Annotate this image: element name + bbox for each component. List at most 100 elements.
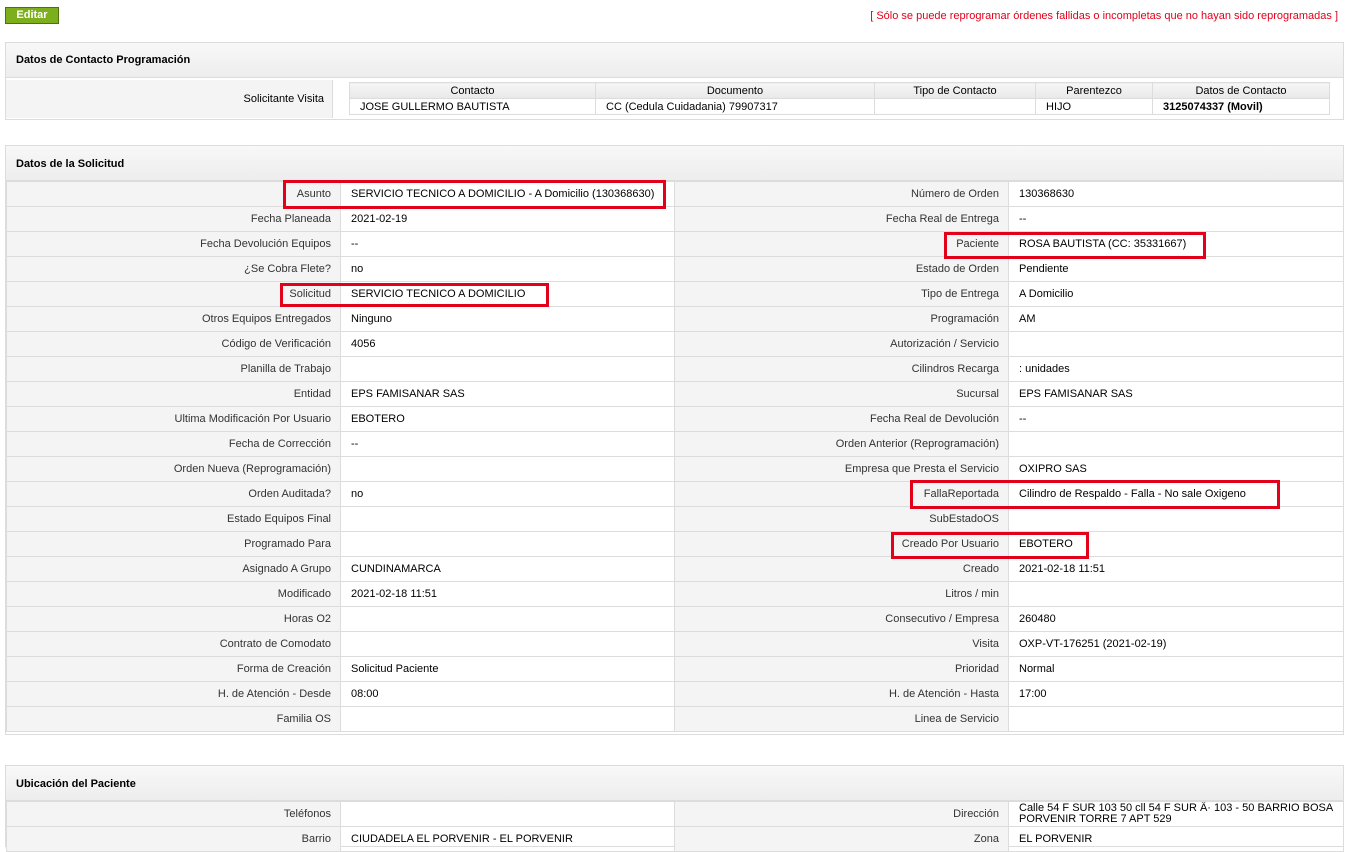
familia-os-value [340, 706, 675, 732]
autorizacion-servicio-value [1008, 331, 1344, 357]
table-row: Fecha Planeada 2021-02-19 Fecha Real de En… [6, 206, 1344, 232]
programacion-label: Programación [674, 306, 1009, 332]
autorizacion-servicio-label: Autorización / Servicio [674, 331, 1009, 357]
table-row: Otros Equipos Entregados Ninguno Programac… [6, 306, 1344, 332]
edit-button[interactable]: Editar [5, 7, 59, 24]
fecha-de-correccion-label: Fecha de Corrección [6, 431, 341, 457]
creado-por-usuario-value: EBOTERO [1008, 531, 1344, 557]
table-row: Familia OS Linea de Servicio [6, 706, 1344, 732]
contrato-de-comodato-label: Contrato de Comodato [6, 631, 341, 657]
table-row: Entidad EPS FAMISANAR SAS Sucursal EPS FAMI… [6, 381, 1344, 407]
prioridad-label: Prioridad [674, 656, 1009, 682]
visita-value: OXP-VT-176251 (2021-02-19) [1008, 631, 1344, 657]
contact-table: Contacto Documento Tipo de Contacto Pare… [349, 82, 1330, 115]
codigo-de-verificacion-value: 4056 [340, 331, 675, 357]
tipo-de-entrega-value: A Domicilio [1008, 281, 1344, 307]
h-de-atencion-hasta-value: 17:00 [1008, 681, 1344, 707]
contact-section-title: Datos de Contacto Programación [6, 43, 1343, 78]
ultima-modificacion-por-usuario-label: Ultima Modificación Por Usuario [6, 406, 341, 432]
paciente-label: Paciente [674, 231, 1009, 257]
contact-phone: 3125074337 (Movil) [1152, 98, 1330, 115]
table-row: ¿Se Cobra Flete? no Estado de Orden Pendien… [6, 256, 1344, 282]
codigo-de-verificacion-label: Código de Verificación [6, 331, 341, 357]
estado-equipos-final-value [340, 506, 675, 532]
creado-value: 2021-02-18 11:51 [1008, 556, 1344, 582]
barrio-label: Barrio [6, 826, 341, 852]
cilindros-recarga-value: : unidades [1008, 356, 1344, 382]
programado-para-label: Programado Para [6, 531, 341, 557]
se-cobra-flete-value: no [340, 256, 675, 282]
otros-equipos-entregados-value: Ninguno [340, 306, 675, 332]
table-row: Modificado 2021-02-18 11:51 Litros / min [6, 581, 1344, 607]
table-row: Fecha Devolución Equipos -- Paciente ROSA B… [6, 231, 1344, 257]
table-row: Orden Auditada? no FallaReportada Cilindro … [6, 481, 1344, 507]
relationship-header: Parentezco [1035, 82, 1153, 99]
otros-equipos-entregados-label: Otros Equipos Entregados [6, 306, 341, 332]
creado-por-usuario-label: Creado Por Usuario [674, 531, 1009, 557]
prioridad-value: Normal [1008, 656, 1344, 682]
asignado-a-grupo-label: Asignado A Grupo [6, 556, 341, 582]
linea-de-servicio-value [1008, 706, 1344, 732]
asunto-label: Asunto [6, 181, 341, 207]
fecha-real-de-entrega-label: Fecha Real de Entrega [674, 206, 1009, 232]
solicitud-value: SERVICIO TECNICO A DOMICILIO [340, 281, 675, 307]
location-section-title: Ubicación del Paciente [6, 766, 1343, 801]
fecha-planeada-label: Fecha Planeada [6, 206, 341, 232]
sucursal-label: Sucursal [674, 381, 1009, 407]
fecha-devolucion-equipos-value: -- [340, 231, 675, 257]
table-row: Forma de Creación Solicitud Paciente Prior… [6, 656, 1344, 682]
fallareportada-label: FallaReportada [674, 481, 1009, 507]
table-row: Horas O2 Consecutivo / Empresa 260480 [6, 606, 1344, 632]
empresa-que-presta-el-servicio-label: Empresa que Presta el Servicio [674, 456, 1009, 482]
sucursal-value: EPS FAMISANAR SAS [1008, 381, 1344, 407]
contact-row: Solicitante Visita Contacto Documento Ti… [6, 80, 1343, 118]
table-row: Asignado A Grupo CUNDINAMARCA Creado 2021-0… [6, 556, 1344, 582]
litros-min-value [1008, 581, 1344, 607]
estado-de-orden-label: Estado de Orden [674, 256, 1009, 282]
contact-relationship: HIJO [1035, 98, 1153, 115]
tipo-de-entrega-label: Tipo de Entrega [674, 281, 1009, 307]
table-row: Estado Equipos Final SubEstadoOS [6, 506, 1344, 532]
contrato-de-comodato-value [340, 631, 675, 657]
entidad-value: EPS FAMISANAR SAS [340, 381, 675, 407]
barrio-value: CIUDADELA EL PORVENIR - EL PORVENIR [340, 826, 675, 852]
orden-nueva-reprogramacion-label: Orden Nueva (Reprogramación) [6, 456, 341, 482]
table-row: H. de Atención - Desde 08:00 H. de Atenció… [6, 681, 1344, 707]
consecutivo-empresa-value: 260480 [1008, 606, 1344, 632]
contact-section: Datos de Contacto Programación Solicitan… [5, 42, 1344, 120]
litros-min-label: Litros / min [674, 581, 1009, 607]
orden-anterior-reprogramacion-label: Orden Anterior (Reprogramación) [674, 431, 1009, 457]
solicitud-label: Solicitud [6, 281, 341, 307]
fecha-real-de-devolucion-label: Fecha Real de Devolución [674, 406, 1009, 432]
request-section: Datos de la Solicitud Asunto SERVICIO TEC… [5, 145, 1344, 735]
table-row: Solicitud SERVICIO TECNICO A DOMICILIO Tip… [6, 281, 1344, 307]
asunto-value: SERVICIO TECNICO A DOMICILIO - A Domicil… [340, 181, 675, 207]
table-row: Barrio CIUDADELA EL PORVENIR - EL PORVENI… [6, 826, 1344, 852]
solicitante-label: Solicitante Visita [6, 80, 333, 118]
subestadoos-label: SubEstadoOS [674, 506, 1009, 532]
entidad-label: Entidad [6, 381, 341, 407]
table-row: Fecha de Corrección -- Orden Anterior (Rep… [6, 431, 1344, 457]
table-row: Asunto SERVICIO TECNICO A DOMICILIO - A D… [6, 181, 1344, 207]
empresa-que-presta-el-servicio-value: OXIPRO SAS [1008, 456, 1344, 482]
orden-nueva-reprogramacion-value [340, 456, 675, 482]
forma-de-creacion-label: Forma de Creación [6, 656, 341, 682]
modificado-value: 2021-02-18 11:51 [340, 581, 675, 607]
fecha-devolucion-equipos-label: Fecha Devolución Equipos [6, 231, 341, 257]
forma-de-creacion-value: Solicitud Paciente [340, 656, 675, 682]
estado-equipos-final-label: Estado Equipos Final [6, 506, 341, 532]
request-section-title: Datos de la Solicitud [6, 146, 1343, 181]
numero-de-orden-value: 130368630 [1008, 181, 1344, 207]
orden-auditada-label: Orden Auditada? [6, 481, 341, 507]
fecha-planeada-value: 2021-02-19 [340, 206, 675, 232]
fallareportada-value: Cilindro de Respaldo - Falla - No sale O… [1008, 481, 1344, 507]
orden-anterior-reprogramacion-value [1008, 431, 1344, 457]
contact-data-header: Datos de Contacto [1152, 82, 1330, 99]
fecha-de-correccion-value: -- [340, 431, 675, 457]
contact-type [874, 98, 1036, 115]
se-cobra-flete-label: ¿Se Cobra Flete? [6, 256, 341, 282]
h-de-atencion-desde-value: 08:00 [340, 681, 675, 707]
linea-de-servicio-label: Linea de Servicio [674, 706, 1009, 732]
table-row: Teléfonos Dirección Calle 54 F SUR 103 50 … [6, 801, 1344, 827]
location-grid: Teléfonos Dirección Calle 54 F SUR 103 50 … [6, 801, 1344, 852]
